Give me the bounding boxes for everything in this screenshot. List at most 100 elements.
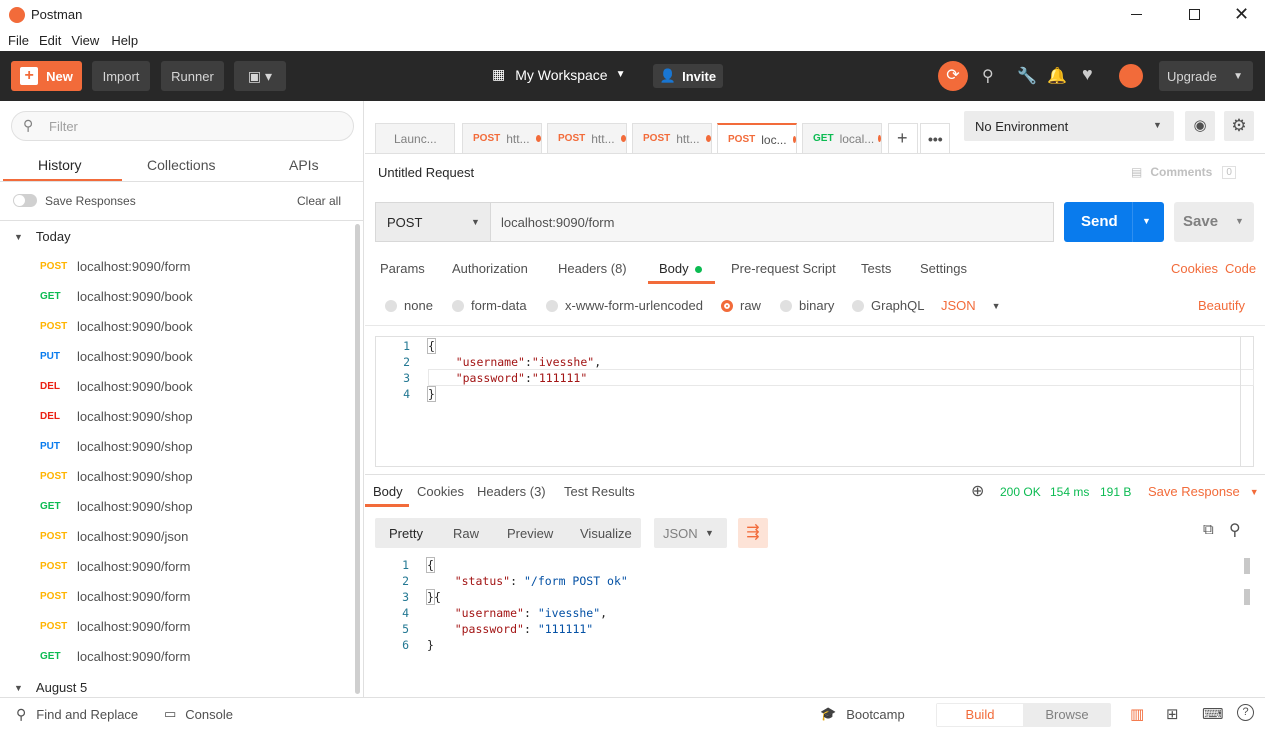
view-mode-preview[interactable]: Preview <box>507 526 553 541</box>
two-pane-view-icon[interactable]: ▥ <box>1130 705 1144 723</box>
request-body-editor[interactable]: 1 2 3 4 { "username":"ivesshe", "passwor… <box>375 336 1254 467</box>
menu-help[interactable]: Help <box>111 33 138 48</box>
clear-all-link[interactable]: Clear all <box>297 194 341 208</box>
request-tab[interactable]: GET local... <box>802 123 882 153</box>
response-tab-headers[interactable]: Headers (3) <box>477 484 546 499</box>
save-responses-toggle[interactable] <box>13 194 37 207</box>
maximize-button[interactable] <box>1189 9 1200 20</box>
view-mode-pretty[interactable]: Pretty <box>389 526 423 541</box>
history-item[interactable]: DEL localhost:9090/shop <box>0 401 352 431</box>
copy-icon[interactable]: ⧉ <box>1203 521 1214 538</box>
build-button[interactable]: Build <box>937 704 1023 726</box>
minimize-button[interactable] <box>1131 14 1142 15</box>
history-item[interactable]: PUT localhost:9090/shop <box>0 431 352 461</box>
satellite-icon[interactable]: ⚲ <box>982 66 994 86</box>
import-button[interactable]: Import <box>92 61 150 91</box>
help-icon[interactable]: ? <box>1237 704 1254 721</box>
more-tabs-button[interactable]: ••• <box>920 123 950 153</box>
workspace-selector[interactable]: ▦ My Workspace ▼ <box>492 66 625 83</box>
request-title[interactable]: Untitled Request <box>378 165 474 180</box>
tab-body[interactable]: Body <box>659 261 703 276</box>
history-item[interactable]: PUT localhost:9090/book <box>0 341 352 371</box>
bell-icon[interactable]: 🔔 <box>1047 66 1067 86</box>
send-button[interactable]: Send ▼ <box>1064 202 1164 242</box>
response-format-select[interactable]: JSON ▼ <box>654 518 727 548</box>
avatar[interactable] <box>1119 64 1143 88</box>
history-item[interactable]: POST localhost:9090/form <box>0 611 352 641</box>
new-button[interactable]: + New <box>11 61 82 91</box>
body-type-graphql[interactable]: GraphQL <box>852 298 924 313</box>
body-type-urlencoded[interactable]: x-www-form-urlencoded <box>546 298 703 313</box>
close-window-button[interactable]: ✕ <box>1234 4 1249 25</box>
wrench-icon[interactable]: 🔧 <box>1017 66 1037 86</box>
history-item[interactable]: POST localhost:9090/book <box>0 311 352 341</box>
history-item[interactable]: POST localhost:9090/json <box>0 521 352 551</box>
heart-icon[interactable]: ♥ <box>1082 64 1093 85</box>
beautify-link[interactable]: Beautify <box>1198 298 1245 313</box>
filter-input[interactable]: ⚲ Filter <box>11 111 354 141</box>
tab-history[interactable]: History <box>38 157 82 173</box>
tab-params[interactable]: Params <box>380 261 425 276</box>
comments-button[interactable]: ▤ Comments 0 <box>1131 165 1236 179</box>
menu-file[interactable]: File <box>8 33 29 48</box>
runner-button[interactable]: Runner <box>161 61 224 91</box>
method-select[interactable]: POST ▼ <box>375 202 490 242</box>
keyboard-icon[interactable]: ⌨ <box>1202 705 1224 723</box>
upgrade-button[interactable]: Upgrade ▼ <box>1159 61 1253 91</box>
view-mode-raw[interactable]: Raw <box>453 526 479 541</box>
globe-icon[interactable]: ⊕ <box>971 481 984 501</box>
sync-icon[interactable]: ⟳ <box>938 61 968 91</box>
request-tab[interactable]: POST htt... <box>547 123 627 153</box>
group-august-5[interactable]: ▼ August 5 <box>14 680 87 695</box>
search-icon[interactable]: ⚲ <box>1229 520 1241 540</box>
history-item[interactable]: POST localhost:9090/form <box>0 551 352 581</box>
eye-icon[interactable]: ◉ <box>1185 111 1215 141</box>
history-item[interactable]: POST localhost:9090/shop <box>0 461 352 491</box>
response-scrollbar-thumb[interactable] <box>1244 589 1250 605</box>
request-tab[interactable]: POST htt... <box>462 123 542 153</box>
history-item[interactable]: POST localhost:9090/form <box>0 581 352 611</box>
find-replace-button[interactable]: ⚲ Find and Replace <box>16 706 138 723</box>
request-tab-active[interactable]: POST loc... <box>717 123 797 154</box>
url-input[interactable]: localhost:9090/form <box>490 202 1054 242</box>
invite-button[interactable]: 👤 Invite <box>653 64 723 88</box>
history-item[interactable]: GET localhost:9090/form <box>0 641 352 671</box>
history-item[interactable]: GET localhost:9090/shop <box>0 491 352 521</box>
history-item[interactable]: POST localhost:9090/form <box>0 251 352 281</box>
tab-settings[interactable]: Settings <box>920 261 967 276</box>
editor-scrollbar[interactable] <box>1240 337 1254 466</box>
layout-icon[interactable]: ⊞ <box>1166 705 1179 723</box>
response-tab-body[interactable]: Body <box>373 484 403 499</box>
body-type-none[interactable]: none <box>385 298 433 313</box>
new-tab-button[interactable]: + <box>888 123 918 153</box>
body-format-select[interactable]: JSON ▼ <box>941 298 1001 313</box>
save-response-button[interactable]: Save Response ▼ <box>1148 484 1259 499</box>
history-item[interactable]: GET localhost:9090/book <box>0 281 352 311</box>
tab-tests[interactable]: Tests <box>861 261 891 276</box>
sidebar-scrollbar[interactable] <box>355 224 360 694</box>
save-button[interactable]: Save ▼ <box>1174 202 1254 242</box>
tab-launchpad[interactable]: Launc... <box>375 123 455 153</box>
new-window-button[interactable]: ▣ ▾ <box>234 61 286 91</box>
body-type-form-data[interactable]: form-data <box>452 298 527 313</box>
tab-collections[interactable]: Collections <box>147 157 215 173</box>
tab-pre-request-script[interactable]: Pre-request Script <box>731 261 836 276</box>
environment-select[interactable]: No Environment ▼ <box>964 111 1174 141</box>
cookies-link[interactable]: Cookies <box>1171 261 1218 276</box>
response-tab-cookies[interactable]: Cookies <box>417 484 464 499</box>
response-tab-test-results[interactable]: Test Results <box>564 484 635 499</box>
tab-headers[interactable]: Headers (8) <box>558 261 627 276</box>
code-link[interactable]: Code <box>1225 261 1256 276</box>
group-today[interactable]: ▼ Today <box>14 229 71 244</box>
browse-button[interactable]: Browse <box>1024 704 1110 726</box>
bootcamp-button[interactable]: 🎓 Bootcamp <box>820 706 905 722</box>
body-type-binary[interactable]: binary <box>780 298 834 313</box>
request-tab[interactable]: POST htt... <box>632 123 712 153</box>
body-type-raw[interactable]: raw <box>721 298 761 313</box>
gear-icon[interactable]: ⚙ <box>1224 111 1254 141</box>
view-mode-visualize[interactable]: Visualize <box>580 526 632 541</box>
tab-apis[interactable]: APIs <box>289 157 319 173</box>
menu-view[interactable]: View <box>71 33 99 48</box>
wrap-lines-button[interactable]: ⇶ <box>738 518 768 548</box>
response-scrollbar[interactable] <box>1244 558 1250 574</box>
